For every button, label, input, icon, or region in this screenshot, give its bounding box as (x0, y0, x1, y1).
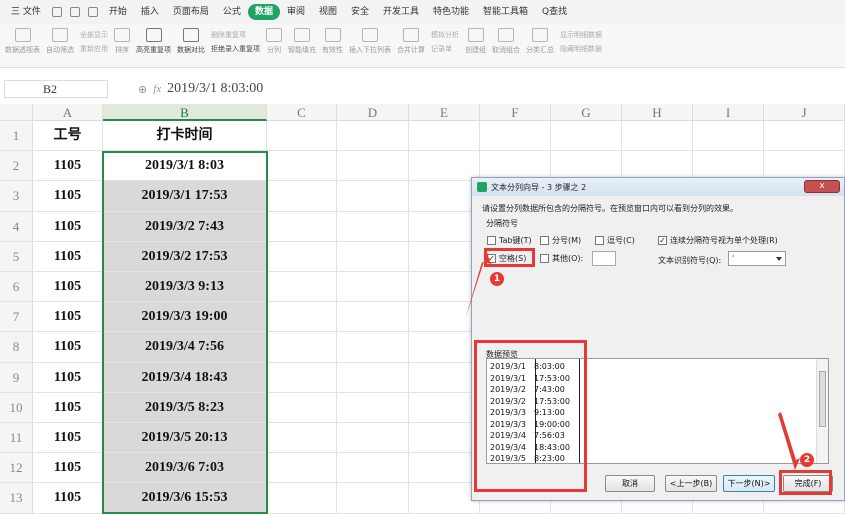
arrow-icon (465, 252, 492, 320)
arrow-icon (778, 412, 800, 470)
annotation-arrows (465, 252, 800, 470)
